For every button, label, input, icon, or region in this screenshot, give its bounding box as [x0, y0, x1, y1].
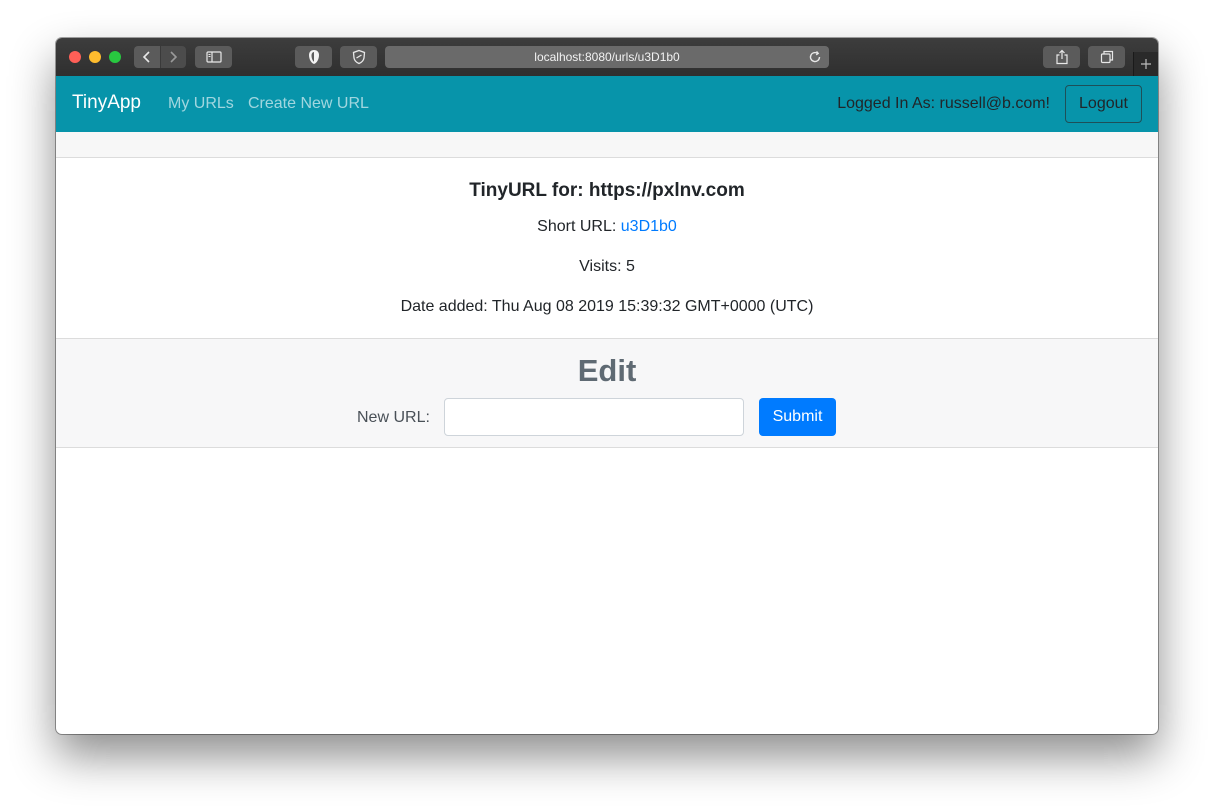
sidebar-button[interactable] — [195, 46, 232, 68]
url-details-card: TinyURL for: https://pxlnv.com Short URL… — [56, 158, 1158, 338]
short-url-line: Short URL: u3D1b0 — [56, 218, 1158, 236]
new-url-input[interactable] — [444, 398, 744, 436]
browser-window: localhost:8080/urls/u3D1b0 TinyApp My UR… — [56, 38, 1158, 734]
back-button[interactable] — [134, 46, 160, 68]
browser-toolbar: localhost:8080/urls/u3D1b0 — [56, 38, 1158, 77]
new-url-label: New URL: — [357, 409, 430, 426]
share-icon — [1055, 49, 1068, 65]
nav-my-urls[interactable]: My URLs — [168, 95, 234, 113]
edit-heading: Edit — [577, 353, 637, 388]
url-title: TinyURL for: https://pxlnv.com — [469, 180, 745, 201]
forward-button[interactable] — [159, 46, 186, 68]
new-tab-button[interactable] — [1133, 52, 1158, 76]
date-added: Date added: Thu Aug 08 2019 15:39:32 GMT… — [400, 298, 814, 315]
privacy-shield-icon — [308, 50, 319, 64]
sidebar-icon — [205, 51, 222, 63]
plus-icon — [1141, 59, 1151, 69]
reload-icon[interactable] — [807, 49, 823, 65]
share-button[interactable] — [1043, 46, 1080, 68]
nav-create-new-url[interactable]: Create New URL — [248, 95, 369, 113]
history-navigation — [134, 46, 186, 68]
chevron-right-icon — [170, 51, 178, 63]
address-text: localhost:8080/urls/u3D1b0 — [534, 50, 680, 64]
zoom-window-button[interactable] — [109, 51, 121, 63]
card-header — [56, 132, 1158, 158]
edit-section: Edit New URL: Submit — [56, 338, 1158, 448]
address-bar[interactable]: localhost:8080/urls/u3D1b0 — [385, 46, 829, 68]
brand-link[interactable]: TinyApp — [72, 92, 141, 114]
app-navbar: TinyApp My URLs Create New URL Logged In… — [56, 76, 1158, 132]
chevron-left-icon — [142, 51, 150, 63]
tabs-overview-button[interactable] — [1088, 46, 1125, 68]
minimize-window-button[interactable] — [89, 51, 101, 63]
short-url-label: Short URL: — [537, 218, 621, 235]
short-url-link[interactable]: u3D1b0 — [621, 218, 677, 235]
logout-button[interactable]: Logout — [1065, 85, 1142, 123]
tabs-overview-icon — [1100, 50, 1113, 64]
extension-button[interactable] — [340, 46, 377, 68]
extension-icon — [352, 49, 365, 65]
visits-count: Visits: 5 — [579, 258, 635, 275]
privacy-button[interactable] — [295, 46, 332, 68]
close-window-button[interactable] — [69, 51, 81, 63]
logged-in-status: Logged In As: russell@b.com! — [837, 95, 1050, 112]
submit-button[interactable]: Submit — [759, 398, 836, 436]
